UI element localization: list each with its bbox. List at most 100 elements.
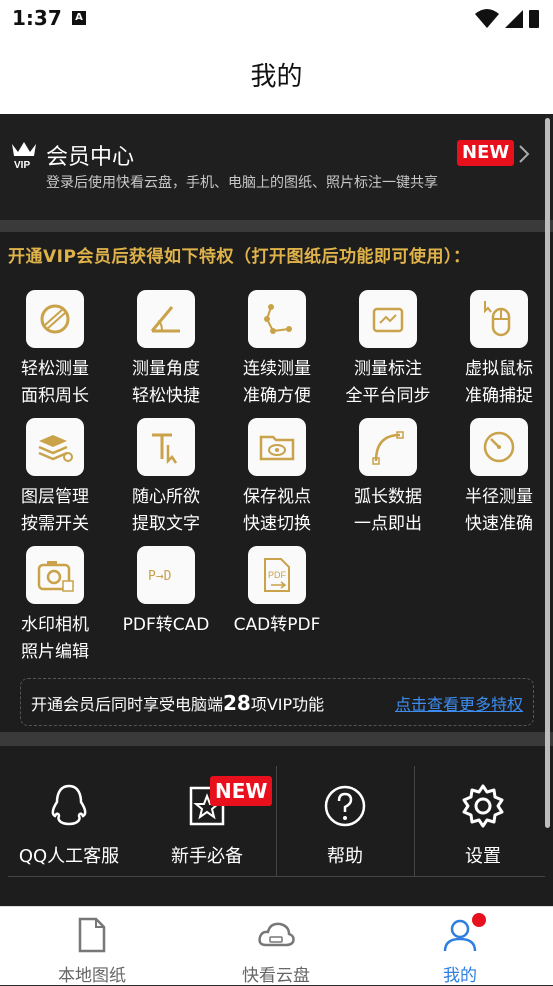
- nav-label: 快看云盘: [242, 966, 310, 986]
- svg-text:PDF: PDF: [268, 570, 287, 580]
- tool-label: 帮助: [327, 846, 363, 867]
- promo-number: 28: [223, 691, 251, 715]
- area-measure-icon: [26, 290, 84, 348]
- feature-continuous-measure[interactable]: 连续测量 准确方便: [227, 290, 327, 410]
- feature-label-2: 按需开关: [21, 514, 89, 534]
- wifi-icon: [475, 9, 499, 28]
- section-divider: [0, 732, 553, 746]
- nav-mine[interactable]: 我的: [368, 907, 552, 986]
- chevron-right-icon: [519, 145, 530, 163]
- tools-grid: QQ人工客服 新手必备 NEW 帮助 设置: [0, 746, 553, 906]
- arc-length-icon: [359, 418, 417, 476]
- system-status-icons: [475, 9, 539, 28]
- feature-layer-manage[interactable]: 图层管理 按需开关: [5, 418, 105, 538]
- signal-icon: [505, 10, 523, 28]
- watermark-camera-icon: [26, 546, 84, 604]
- vip-crown-icon: VIP: [12, 142, 36, 170]
- privileges-heading: 开通VIP会员后获得如下特权（打开图纸后功能即可使用）：: [8, 247, 471, 267]
- feature-label-1: 图层管理: [21, 487, 89, 507]
- svg-text:VIP: VIP: [14, 160, 30, 170]
- feature-label-2: 准确方便: [243, 386, 311, 406]
- feature-label-2: 面积周长: [21, 386, 89, 406]
- radius-measure-icon: [470, 418, 528, 476]
- feature-cad-to-pdf[interactable]: PDF CAD转PDF: [227, 546, 327, 639]
- feature-watermark-camera[interactable]: 水印相机 照片编辑: [5, 546, 105, 666]
- cad-to-pdf-icon: PDF: [248, 546, 306, 604]
- virtual-mouse-icon: [470, 290, 528, 348]
- angle-measure-icon: [137, 290, 195, 348]
- profile-content: VIP 会员中心 登录后使用快看云盘，手机、电脑上的图纸、照片标注一键共享 NE…: [0, 114, 553, 906]
- qq-support-button[interactable]: QQ人工客服: [0, 782, 138, 868]
- feature-label-1: 弧长数据: [354, 487, 422, 507]
- vip-center-row[interactable]: VIP 会员中心 登录后使用快看云盘，手机、电脑上的图纸、照片标注一键共享 NE…: [0, 114, 553, 220]
- battery-icon: [529, 10, 539, 28]
- scrollbar[interactable]: [545, 118, 550, 828]
- feature-arc-length[interactable]: 弧长数据 一点即出: [338, 418, 438, 538]
- vip-center-title: 会员中心: [46, 145, 135, 170]
- notification-icon: A: [72, 11, 86, 25]
- feature-label-1: PDF转CAD: [122, 615, 210, 635]
- feature-label-1: 连续测量: [243, 359, 311, 379]
- bottom-navigation: 本地图纸 快看云盘 我的: [0, 906, 553, 986]
- feature-label-1: 水印相机: [21, 615, 89, 635]
- grid-divider: [414, 766, 415, 876]
- status-bar: 1:37 A: [0, 0, 553, 36]
- file-icon: [78, 917, 106, 953]
- feature-angle-measure[interactable]: 测量角度 轻松快捷: [116, 290, 216, 410]
- vip-center-subtitle: 登录后使用快看云盘，手机、电脑上的图纸、照片标注一键共享: [46, 175, 438, 191]
- feature-label-1: 保存视点: [243, 487, 311, 507]
- feature-label-1: 轻松测量: [21, 359, 89, 379]
- feature-pdf-to-cad[interactable]: P→D PDF转CAD: [116, 546, 216, 639]
- section-divider: [0, 220, 553, 232]
- feature-label-1: CAD转PDF: [233, 615, 321, 635]
- tool-label: 新手必备: [171, 846, 243, 867]
- settings-button[interactable]: 设置: [414, 782, 552, 868]
- feature-label-2: 快速切换: [243, 514, 311, 534]
- feature-label-1: 虚拟鼠标: [465, 359, 533, 379]
- continuous-measure-icon: [248, 290, 306, 348]
- tool-label: 设置: [465, 846, 501, 867]
- nav-local-drawings[interactable]: 本地图纸: [0, 907, 184, 986]
- save-viewpoint-icon: [248, 418, 306, 476]
- vip-privileges-section: 开通VIP会员后获得如下特权（打开图纸后功能即可使用）： 轻松测量面积周长 测量…: [0, 232, 553, 732]
- nav-cloud-drive[interactable]: 快看云盘: [184, 907, 368, 986]
- qq-icon: [51, 784, 87, 826]
- feature-label-2: 全平台同步: [345, 386, 431, 406]
- feature-area-measure[interactable]: 轻松测量 面积周长: [5, 290, 105, 410]
- help-icon: [324, 785, 366, 827]
- pdf-to-cad-icon: P→D: [137, 546, 195, 604]
- nav-label: 本地图纸: [58, 966, 126, 986]
- feature-save-viewpoint[interactable]: 保存视点 快速切换: [227, 418, 327, 538]
- vip-promo-bar: 开通会员后同时享受电脑端28项VIP功能 点击查看更多特权: [20, 678, 534, 726]
- feature-label-2: 提取文字: [132, 514, 200, 534]
- feature-extract-text[interactable]: 随心所欲 提取文字: [116, 418, 216, 538]
- layer-manage-icon: [26, 418, 84, 476]
- feature-label-1: 测量角度: [132, 359, 200, 379]
- status-time: 1:37: [12, 6, 62, 30]
- feature-label-2: 准确捕捉: [465, 386, 533, 406]
- grid-divider: [276, 766, 277, 876]
- feature-label-2: 一点即出: [354, 514, 422, 534]
- help-button[interactable]: 帮助: [276, 782, 414, 868]
- feature-label-2: 照片编辑: [21, 642, 89, 662]
- nav-label: 我的: [443, 966, 477, 986]
- page-title: 我的: [250, 62, 303, 92]
- feature-annotation-sync[interactable]: 测量标注 全平台同步: [338, 290, 438, 410]
- new-badge: NEW: [457, 140, 515, 166]
- annotation-sync-icon: [359, 290, 417, 348]
- svg-text:P→D: P→D: [148, 569, 172, 584]
- feature-label-1: 随心所欲: [132, 487, 200, 507]
- new-badge: NEW: [210, 776, 273, 806]
- tool-label: QQ人工客服: [18, 846, 120, 867]
- promo-text-before: 开通会员后同时享受电脑端: [31, 695, 224, 714]
- feature-label-2: 快速准确: [465, 514, 533, 534]
- feature-virtual-mouse[interactable]: 虚拟鼠标 准确捕捉: [449, 290, 549, 410]
- feature-label-2: 轻松快捷: [132, 386, 200, 406]
- cloud-icon: [258, 922, 295, 947]
- more-privileges-link[interactable]: 点击查看更多特权: [395, 691, 523, 715]
- gear-icon: [462, 784, 504, 828]
- feature-label-1: 半径测量: [465, 487, 533, 507]
- feature-radius-measure[interactable]: 半径测量 快速准确: [449, 418, 549, 538]
- extract-text-icon: [137, 418, 195, 476]
- app-bar: 我的: [0, 36, 553, 114]
